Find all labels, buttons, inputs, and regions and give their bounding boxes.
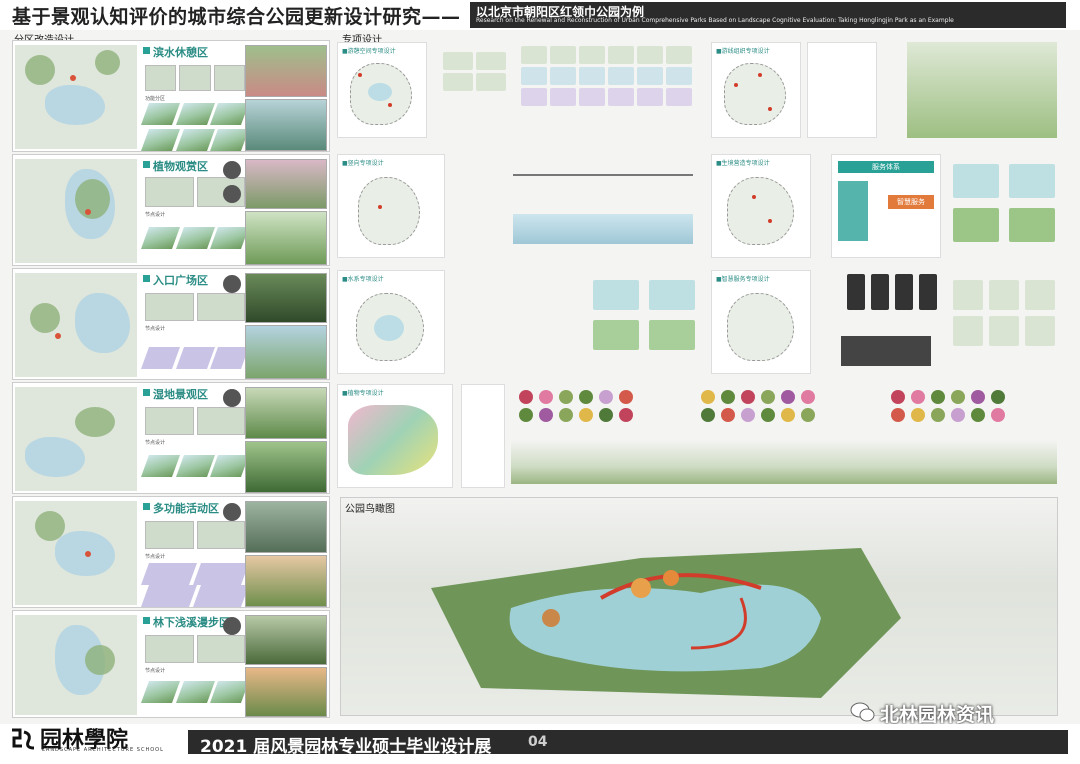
zone-photo xyxy=(245,667,327,717)
watermark-text: 北林园林资讯 xyxy=(880,704,995,726)
design-map-card: ■水系专项设计 xyxy=(337,270,445,374)
zone-panel: 植物观赏区 节点设计 xyxy=(12,154,330,266)
zone-photo xyxy=(245,555,327,607)
zone-panel: 林下浅溪漫步区 节点设计 xyxy=(12,610,330,718)
plant-palette xyxy=(511,384,1057,488)
zone-panel: 湿地景观区 节点设计 xyxy=(12,382,330,494)
design-map-card: ■植物专项设计 xyxy=(337,384,453,488)
zone-panel: 入口广场区 节点设计 xyxy=(12,268,330,380)
zone-photo xyxy=(245,615,327,665)
smart-phones xyxy=(831,270,941,374)
school-name-en: LANDSCAPE ARCHITECTURE SCHOOL xyxy=(42,747,164,753)
page-number: 04 xyxy=(528,734,548,750)
zone-plan-map xyxy=(15,159,137,263)
zone-photo xyxy=(245,441,327,493)
subtitle-en: Research on the Renewal and Reconstructi… xyxy=(476,17,954,24)
school-logo-icon xyxy=(12,728,35,750)
special-design-area: ■游憩空间专项设计 ■游线组织专项设计 ■竖向专项设计 ■生境营造专项设计 服务… xyxy=(337,30,1060,490)
habitat-iso xyxy=(949,154,1057,258)
zone-photo xyxy=(245,45,327,97)
zone-panel: 滨水休憩区 功能分区 xyxy=(12,40,330,152)
section-diagram xyxy=(453,154,703,258)
zone-panel: 多功能活动区 节点设计 xyxy=(12,496,330,608)
design-render xyxy=(907,42,1057,138)
design-diagram xyxy=(433,42,515,138)
zone-photo xyxy=(245,159,327,209)
aerial-render xyxy=(431,548,901,698)
water-diagrams xyxy=(453,270,703,374)
smart-iso xyxy=(949,270,1057,374)
design-map-card: ■智慧服务专项设计 xyxy=(711,270,811,374)
zone-photo xyxy=(245,501,327,553)
zone-photo xyxy=(245,273,327,323)
design-map-card: ■竖向专项设计 xyxy=(337,154,445,258)
zone-plan-map xyxy=(15,387,137,491)
plant-diagram xyxy=(461,384,505,488)
zone-plan-map xyxy=(15,501,137,605)
zone-photo xyxy=(245,387,327,439)
zone-photo xyxy=(245,99,327,151)
zone-plan-map xyxy=(15,273,137,377)
zone-plan-map xyxy=(15,615,137,715)
design-grid xyxy=(521,42,701,138)
design-map-card: ■生境营造专项设计 xyxy=(711,154,811,258)
subtitle-box: 以北京市朝阳区红领巾公园为例 Research on the Renewal a… xyxy=(470,2,1066,28)
design-diagram xyxy=(807,42,877,138)
zone-photo xyxy=(245,211,327,265)
aerial-view-panel: 公园鸟瞰图 xyxy=(340,497,1058,716)
wechat-icon xyxy=(850,702,875,722)
exhibition-title: 2021 届风景园林专业硕士毕业设计展 xyxy=(200,737,492,757)
zone-plan-map xyxy=(15,45,137,149)
design-map-card: ■游憩空间专项设计 xyxy=(337,42,427,138)
page-title: 基于景观认知评价的城市综合公园更新设计研究—— xyxy=(12,6,461,28)
zone-column: 滨水休憩区 功能分区 植物观赏区 节点设计 入口广场区 节点设计 湿地景观区 节… xyxy=(12,40,330,718)
watermark: 北林园林资讯 xyxy=(850,698,1060,726)
service-flow: 服务体系 智慧服务 xyxy=(831,154,941,258)
design-map-card: ■游线组织专项设计 xyxy=(711,42,801,138)
zone-photo xyxy=(245,325,327,379)
